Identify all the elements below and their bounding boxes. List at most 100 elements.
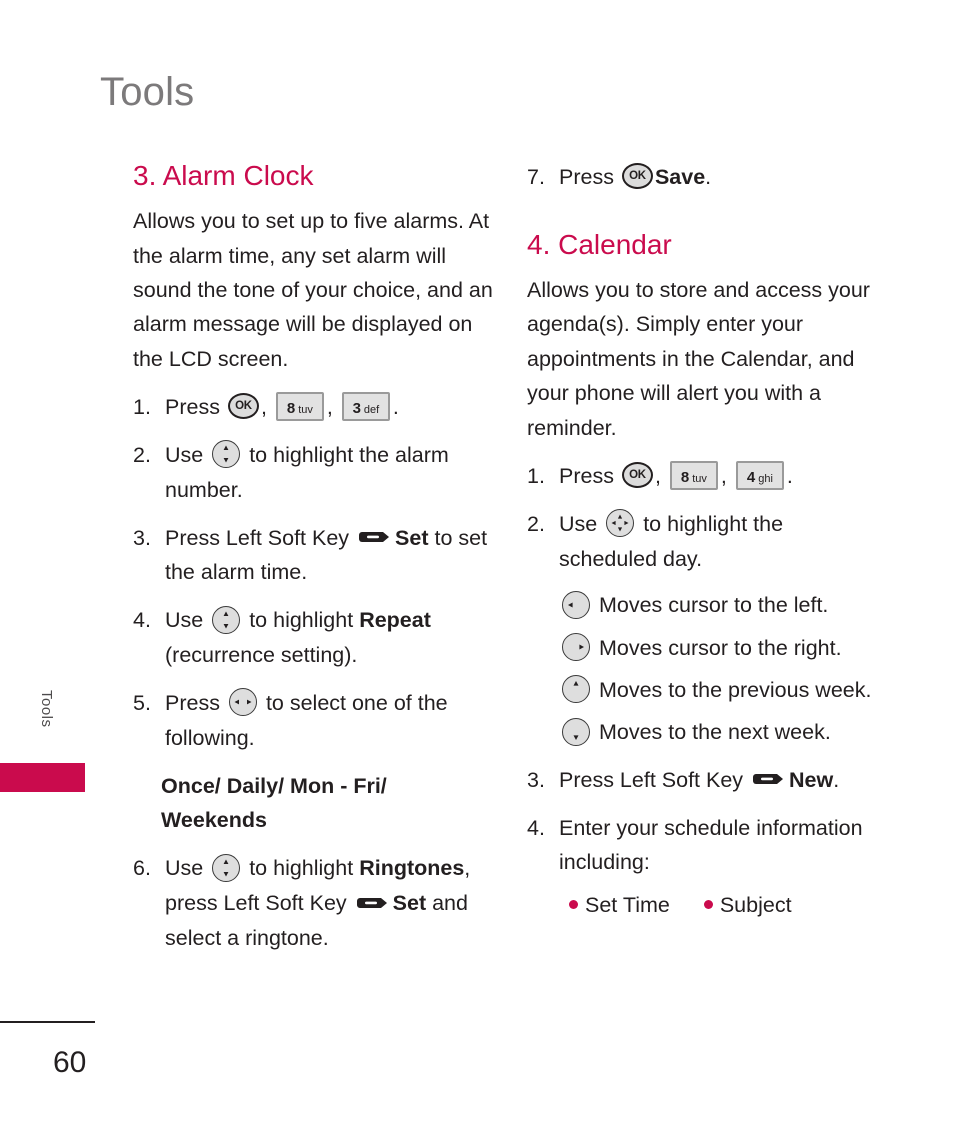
step-text: Use xyxy=(165,608,204,633)
step-number: 6. xyxy=(133,856,151,881)
step-number: 1. xyxy=(133,395,151,420)
key-letters: ghi xyxy=(758,472,773,485)
step-7: 7. Press OK Save. xyxy=(527,160,887,195)
right-column: 7. Press OK Save. 4. Calendar Allows you t… xyxy=(527,160,887,918)
menu-item-repeat: Repeat xyxy=(359,608,431,633)
key-number: 8 xyxy=(680,468,690,486)
ok-key-icon[interactable]: OK xyxy=(621,462,653,489)
step-4: 4. Enter your schedule information includ… xyxy=(527,811,887,881)
step-3: 3. Press Left Soft Key Set to set the ala… xyxy=(133,521,493,591)
step-3: 3. Press Left Soft Key New. xyxy=(527,763,887,798)
comma: , xyxy=(720,463,727,488)
nav-description-text: Moves cursor to the right. xyxy=(598,635,842,660)
alarm-clock-steps-end: 7. Press OK Save. xyxy=(527,160,887,195)
keypad-8-tuv-icon[interactable]: 8 tuv xyxy=(669,460,718,490)
left-soft-key-icon[interactable] xyxy=(753,771,785,787)
nav-updown-icon[interactable] xyxy=(212,853,241,882)
schedule-fields-list: Set Time Subject xyxy=(527,893,887,918)
calendar-steps: 1. Press OK, 8 tuv, 4 ghi. 2. Use to highlig… xyxy=(527,459,887,576)
menu-item-ringtones: Ringtones xyxy=(359,856,465,881)
step-text: Press xyxy=(165,395,220,420)
step-text: to highlight the alarm number. xyxy=(165,442,449,502)
repeat-options-list: Once/ Daily/ Mon - Fri/ Weekends xyxy=(161,773,387,832)
comma: , xyxy=(326,395,333,420)
bullet-dot-icon xyxy=(703,900,713,910)
nav-leftright-icon[interactable] xyxy=(228,688,257,717)
step-number: 4. xyxy=(527,815,545,840)
step-1: 1. Press OK, 8 tuv, 4 ghi. xyxy=(527,459,887,494)
page-title: Tools xyxy=(100,70,195,114)
step-number: 3. xyxy=(527,767,545,792)
list-item: Subject xyxy=(703,893,792,918)
step-text: Press xyxy=(559,165,614,189)
step-number: 7. xyxy=(527,165,545,189)
keypad-8-tuv-icon[interactable]: 8 tuv xyxy=(275,391,324,421)
calendar-steps-cont: 3. Press Left Soft Key New. 4. Enter your … xyxy=(527,763,887,880)
key-letters: tuv xyxy=(298,403,313,416)
step-number: 5. xyxy=(133,690,151,715)
nav-key-descriptions: Moves cursor to the left. Moves cursor t… xyxy=(527,589,887,749)
step-4: 4. Use to highlight Repeat (recurrence se… xyxy=(133,603,493,673)
step-6: 6. Use to highlight Ringtones, press Left… xyxy=(133,851,493,955)
nav-description-text: Moves cursor to the left. xyxy=(598,593,829,618)
nav-left-description: Moves cursor to the left. xyxy=(559,589,887,622)
key-number: 3 xyxy=(352,399,361,417)
alarm-clock-steps-cont: 6. Use to highlight Ringtones, press Left… xyxy=(133,851,493,955)
step-text: Use xyxy=(165,442,204,467)
step-text: Enter your schedule information includin… xyxy=(559,815,863,875)
bullet-dot-icon xyxy=(569,900,578,910)
step-text: Press xyxy=(559,463,614,488)
step-number: 2. xyxy=(527,511,545,536)
nav-up-description: Moves to the previous week. xyxy=(559,674,887,707)
nav-left-icon[interactable] xyxy=(562,590,590,619)
ok-key-icon[interactable]: OK xyxy=(621,163,653,190)
softkey-label: Set xyxy=(395,525,429,550)
list-item-label: Subject xyxy=(719,893,792,918)
action-save: Save xyxy=(654,165,706,189)
step-text: Press xyxy=(165,690,220,715)
nav-description-text: Moves to the previous week. xyxy=(598,678,872,703)
nav-down-description: Moves to the next week. xyxy=(559,716,887,749)
footer-divider xyxy=(0,1021,95,1023)
step-text: Press Left Soft Key xyxy=(165,525,350,550)
step-number: 3. xyxy=(133,525,151,550)
comma: , xyxy=(260,395,267,420)
nav-fourway-icon[interactable] xyxy=(606,509,635,538)
keypad-4-ghi-icon[interactable]: 4 ghi xyxy=(735,460,784,490)
nav-right-description: Moves cursor to the right. xyxy=(559,632,887,665)
comma: , xyxy=(654,463,661,488)
softkey-label: New xyxy=(789,767,834,792)
left-column: 3. Alarm Clock Allows you to set up to f… xyxy=(133,160,493,969)
step-text: to highlight xyxy=(249,856,354,881)
nav-up-icon[interactable] xyxy=(562,675,590,704)
step-number: 4. xyxy=(133,608,151,633)
ok-key-icon[interactable]: OK xyxy=(227,393,259,420)
step-2: 2. Use to highlight the scheduled day. xyxy=(527,507,887,577)
nav-updown-icon[interactable] xyxy=(212,605,241,634)
page-number: 60 xyxy=(53,1046,87,1079)
key-letters: tuv xyxy=(692,472,707,485)
calendar-intro: Allows you to store and access your agen… xyxy=(527,278,870,440)
side-tab-marker xyxy=(0,763,85,792)
nav-description-text: Moves to the next week. xyxy=(598,720,831,745)
key-number: 8 xyxy=(286,399,296,417)
side-tab-label: Tools xyxy=(38,690,55,728)
left-soft-key-icon[interactable] xyxy=(359,529,391,545)
section-heading-calendar: 4. Calendar xyxy=(527,228,672,260)
step-text: (recurrence setting). xyxy=(165,643,358,668)
key-letters: def xyxy=(363,403,380,416)
section-heading-alarm-clock: 3. Alarm Clock xyxy=(133,160,314,191)
period: . xyxy=(786,463,793,488)
left-soft-key-icon[interactable] xyxy=(356,895,389,911)
list-item-label: Set Time xyxy=(585,893,670,918)
step-2: 2. Use to highlight the alarm number. xyxy=(133,438,493,508)
nav-right-icon[interactable] xyxy=(562,633,590,662)
keypad-3-def-icon[interactable]: 3 def xyxy=(341,391,390,421)
list-item: Set Time xyxy=(569,893,670,918)
nav-down-icon[interactable] xyxy=(562,717,590,746)
nav-updown-icon[interactable] xyxy=(212,440,241,469)
step-5: 5. Press to select one of the following. xyxy=(133,686,493,756)
period: . xyxy=(833,767,840,792)
step-text: Press Left Soft Key xyxy=(559,767,744,792)
period: . xyxy=(705,165,712,189)
